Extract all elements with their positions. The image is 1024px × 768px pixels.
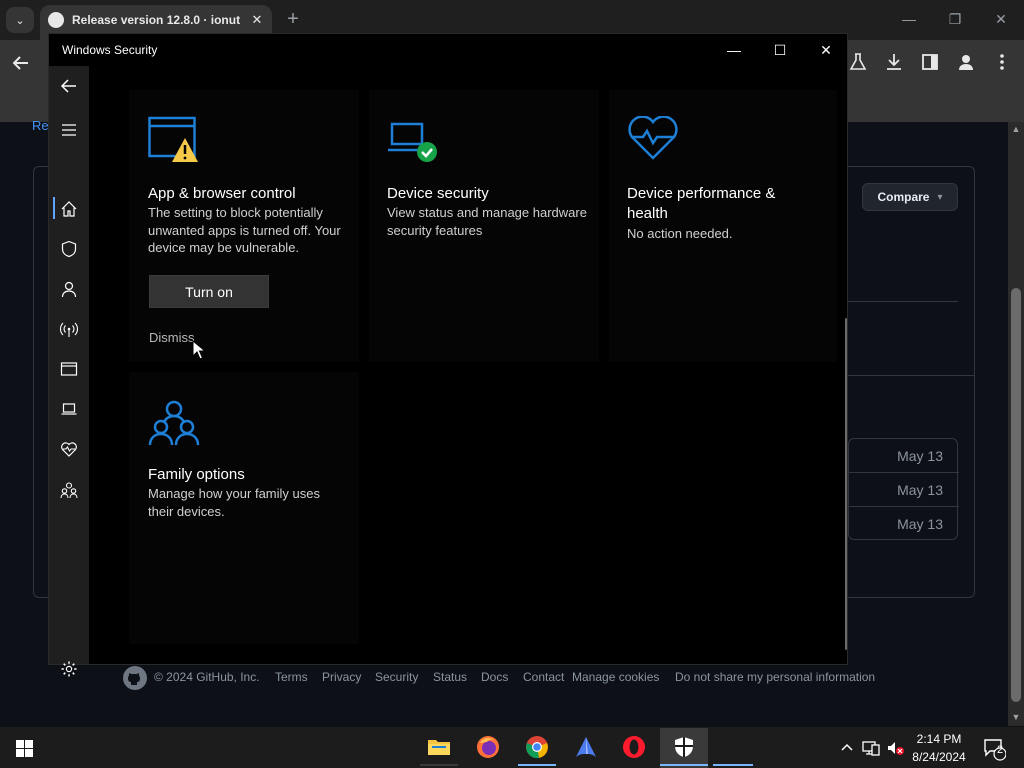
list-item: May 13 xyxy=(849,439,959,473)
dismiss-link[interactable]: Dismiss xyxy=(149,330,195,345)
opera-icon[interactable] xyxy=(622,735,646,759)
taskbar-indicator xyxy=(518,764,556,766)
browser-close-button[interactable]: ✕ xyxy=(986,8,1016,30)
notification-count-badge: 2 xyxy=(996,744,1004,756)
wireless-antenna-icon[interactable] xyxy=(57,317,81,341)
footer-link-manage-cookies[interactable]: Manage cookies xyxy=(572,670,659,684)
home-icon[interactable] xyxy=(57,197,81,221)
back-arrow-icon[interactable] xyxy=(57,74,81,98)
app-icon[interactable] xyxy=(574,735,598,759)
footer-link-docs[interactable]: Docs xyxy=(481,670,508,684)
footer-copyright: © 2024 GitHub, Inc. xyxy=(154,670,260,684)
network-icon[interactable] xyxy=(862,739,880,757)
chevron-down-icon: ⌄ xyxy=(15,14,25,27)
maximize-button[interactable]: ☐ xyxy=(757,38,803,62)
assets-list: May 13 May 13 May 13 xyxy=(848,438,959,540)
browser-back-icon[interactable] xyxy=(10,52,32,79)
footer-link-security[interactable]: Security xyxy=(375,670,418,684)
page-scroll-thumb[interactable] xyxy=(1011,288,1021,702)
browser-restore-button[interactable]: ❐ xyxy=(940,8,970,30)
browser-window-icon[interactable] xyxy=(57,357,81,381)
taskbar-indicator xyxy=(713,764,753,766)
minimize-button[interactable]: — xyxy=(711,38,757,62)
github-logo-icon[interactable] xyxy=(123,666,147,690)
footer-link-status[interactable]: Status xyxy=(433,670,467,684)
github-favicon-icon xyxy=(48,12,64,28)
download-icon[interactable] xyxy=(883,52,905,74)
tile-title: Device performance & health xyxy=(627,185,776,222)
scroll-down-icon[interactable]: ▼ xyxy=(1010,712,1022,724)
family-icon[interactable] xyxy=(57,478,81,502)
chrome-icon[interactable] xyxy=(525,735,549,759)
windows-security-window: Windows Security — ☐ ✕ App & browser con… xyxy=(48,33,848,677)
volume-muted-icon[interactable] xyxy=(886,739,904,757)
mouse-cursor-icon xyxy=(192,339,207,360)
browser-minimize-button[interactable]: — xyxy=(894,8,924,30)
divider xyxy=(848,301,958,302)
github-breadcrumb-link[interactable]: Re xyxy=(32,118,49,133)
browser-menu-icon[interactable] xyxy=(991,52,1013,74)
list-item: May 13 xyxy=(897,516,943,532)
tab-title: Release version 12.8.0 · ionutt xyxy=(72,13,240,27)
taskbar-indicator xyxy=(660,764,708,766)
footer-link-terms[interactable]: Terms xyxy=(275,670,308,684)
windows-start-icon[interactable] xyxy=(16,740,33,757)
settings-gear-icon[interactable] xyxy=(57,657,81,681)
window-titlebar[interactable]: Windows Security — ☐ ✕ xyxy=(49,34,847,66)
active-nav-indicator xyxy=(53,197,55,219)
compare-button[interactable]: Compare ▾ xyxy=(862,183,958,211)
tile-description: The setting to block potentially unwante… xyxy=(148,205,341,255)
new-tab-button[interactable]: + xyxy=(283,9,303,29)
heart-pulse-icon[interactable] xyxy=(57,437,81,461)
tile-description: View status and manage hardware security… xyxy=(387,205,587,238)
tab-search-button[interactable]: ⌄ xyxy=(6,7,34,33)
taskbar-clock-date[interactable]: 8/24/2024 xyxy=(907,750,971,764)
laptop-check-icon xyxy=(387,120,439,164)
caret-down-icon: ▾ xyxy=(937,191,943,203)
person-icon[interactable] xyxy=(57,277,81,301)
close-button[interactable]: ✕ xyxy=(803,38,849,62)
tile-title: Device security xyxy=(387,185,489,202)
firefox-icon[interactable] xyxy=(476,735,500,759)
footer-link-do-not-share[interactable]: Do not share my personal information xyxy=(675,670,875,684)
scroll-up-icon[interactable]: ▲ xyxy=(1010,124,1022,136)
profile-icon[interactable] xyxy=(955,52,977,74)
window-title: Windows Security xyxy=(62,43,158,57)
list-item: May 13 xyxy=(849,473,959,507)
hamburger-menu-icon[interactable] xyxy=(57,118,81,142)
show-hidden-icons-icon[interactable] xyxy=(840,740,854,754)
divider xyxy=(848,375,974,376)
tile-description: Manage how your family uses their device… xyxy=(148,486,320,519)
footer-link-contact[interactable]: Contact xyxy=(523,670,564,684)
family-icon xyxy=(148,400,200,446)
shield-icon[interactable] xyxy=(57,237,81,261)
navigation-sidebar xyxy=(49,66,89,677)
side-panel-icon[interactable] xyxy=(919,52,941,74)
tile-title: App & browser control xyxy=(148,185,296,202)
tab-close-icon[interactable]: ✕ xyxy=(248,11,266,29)
tile-description: No action needed. xyxy=(627,226,733,241)
app-browser-warning-icon xyxy=(148,116,200,164)
compare-label: Compare xyxy=(877,190,930,204)
tile-title: Family options xyxy=(148,466,245,483)
heart-pulse-icon xyxy=(627,115,679,162)
footer-link-privacy[interactable]: Privacy xyxy=(322,670,361,684)
windows-security-icon[interactable] xyxy=(672,735,696,759)
laptop-icon[interactable] xyxy=(57,397,81,421)
taskbar-indicator xyxy=(420,764,458,766)
labs-flask-icon[interactable] xyxy=(847,52,869,74)
turn-on-button[interactable]: Turn on xyxy=(149,275,269,308)
window-scrollbar[interactable] xyxy=(845,318,847,650)
taskbar-clock-time[interactable]: 2:14 PM xyxy=(907,732,971,746)
file-explorer-icon[interactable] xyxy=(427,735,451,759)
